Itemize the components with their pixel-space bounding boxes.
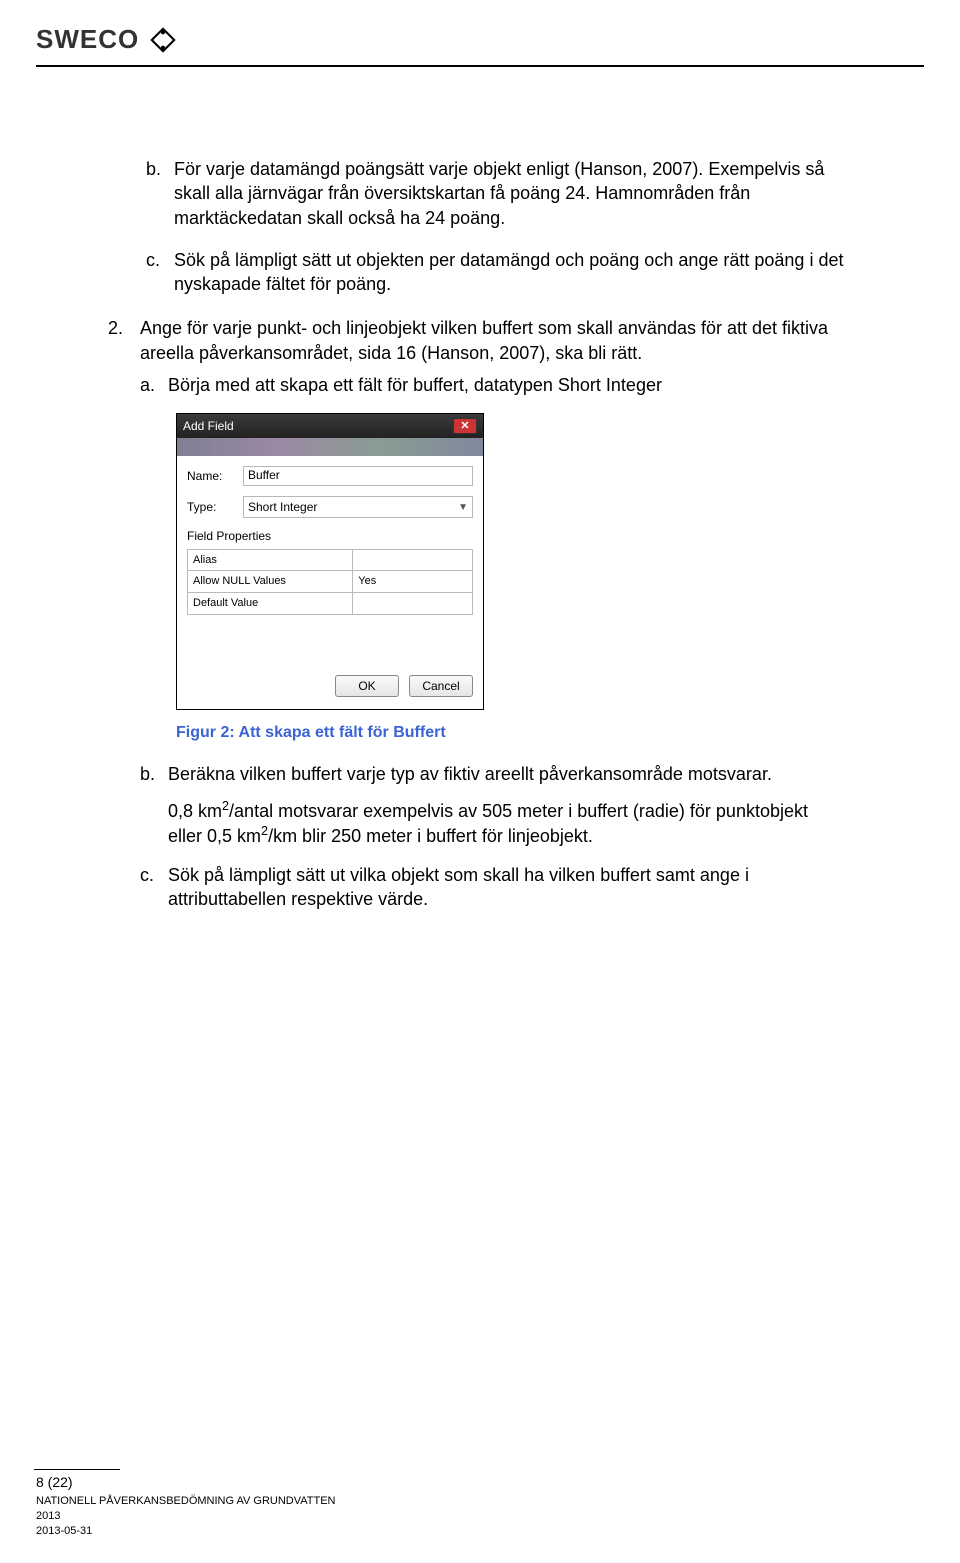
calc-paragraph: 0,8 km2/antal motsvarar exempelvis av 50… bbox=[168, 798, 850, 849]
prop-val[interactable] bbox=[353, 593, 473, 615]
logo-text: SWECO bbox=[36, 24, 139, 55]
list-item-c: Sök på lämpligt sätt ut objekten per dat… bbox=[174, 248, 850, 297]
type-label: Type: bbox=[187, 499, 243, 515]
step-2b-text: Beräkna vilken buffert varje typ av fikt… bbox=[168, 762, 850, 786]
cancel-button[interactable]: Cancel bbox=[409, 675, 473, 697]
step-2-text: Ange för varje punkt- och linjeobjekt vi… bbox=[140, 316, 850, 365]
document-body: b. För varje datamängd poängsätt varje o… bbox=[0, 67, 960, 961]
page-footer: 8 (22) NATIONELL PÅVERKANSBEDÖMNING AV G… bbox=[36, 1469, 924, 1539]
type-select[interactable]: Short Integer ▼ bbox=[243, 496, 473, 518]
decorative-gradient bbox=[177, 438, 483, 456]
step-2c-text: Sök på lämpligt sätt ut vilka objekt som… bbox=[168, 863, 850, 912]
add-field-dialog: Add Field ✕ Name: Buffer Type: Short Int… bbox=[176, 413, 484, 710]
table-row: Alias bbox=[188, 549, 473, 571]
footer-line: NATIONELL PÅVERKANSBEDÖMNING AV GRUNDVAT… bbox=[36, 1494, 924, 1509]
ok-button[interactable]: OK bbox=[335, 675, 399, 697]
name-label: Name: bbox=[187, 468, 243, 484]
step-2a-text: Börja med att skapa ett fält för buffert… bbox=[168, 373, 850, 397]
footer-line: 2013-05-31 bbox=[36, 1524, 924, 1539]
page-header: SWECO bbox=[0, 24, 960, 55]
table-row: Default Value bbox=[188, 593, 473, 615]
prop-key: Alias bbox=[188, 549, 353, 571]
chevron-down-icon: ▼ bbox=[458, 501, 468, 515]
page-number: 8 (22) bbox=[36, 1474, 924, 1490]
list-marker: c. bbox=[140, 863, 162, 912]
logo-icon bbox=[149, 26, 177, 54]
list-marker: 2. bbox=[108, 316, 134, 365]
list-marker: b. bbox=[140, 762, 162, 786]
field-properties-label: Field Properties bbox=[187, 528, 473, 544]
type-value: Short Integer bbox=[248, 499, 317, 515]
close-icon[interactable]: ✕ bbox=[453, 418, 477, 434]
list-marker: b. bbox=[146, 157, 168, 230]
list-marker: c. bbox=[146, 248, 168, 297]
prop-key: Default Value bbox=[188, 593, 353, 615]
field-properties-table: Alias Allow NULL ValuesYes Default Value bbox=[187, 549, 473, 616]
table-row: Allow NULL ValuesYes bbox=[188, 571, 473, 593]
footer-line: 2013 bbox=[36, 1509, 924, 1524]
list-item-b: För varje datamängd poängsätt varje obje… bbox=[174, 157, 850, 230]
prop-key: Allow NULL Values bbox=[188, 571, 353, 593]
dialog-title: Add Field bbox=[183, 418, 234, 434]
prop-val[interactable] bbox=[353, 549, 473, 571]
prop-val[interactable]: Yes bbox=[353, 571, 473, 593]
figure-caption: Figur 2: Att skapa ett fält för Buffert bbox=[176, 722, 850, 744]
list-marker: a. bbox=[140, 373, 162, 397]
name-input[interactable]: Buffer bbox=[243, 466, 473, 486]
